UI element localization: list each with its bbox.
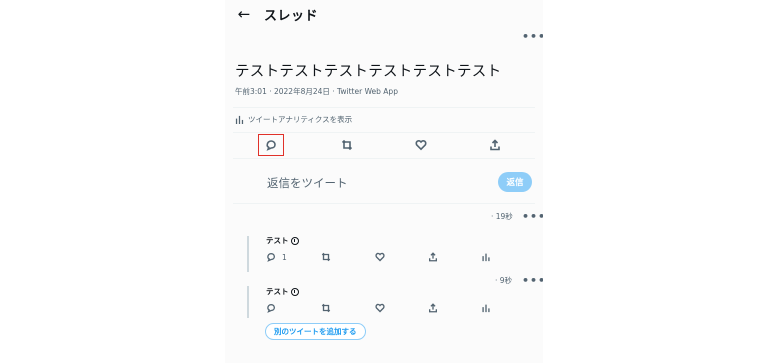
thread-item-1-reply-count: 1 [282,253,287,262]
add-tweet-button[interactable]: 別のツイートを追加する [265,323,366,340]
thread-item-1-retweet-button[interactable] [319,250,333,264]
analytics-label: ツイートアナリティクスを表示 [248,115,353,124]
tweet-analytics-link[interactable]: ツイートアナリティクスを表示 [235,114,352,125]
thread-item-1-analytics-button[interactable] [479,250,493,264]
thread-item-2-retweet-button[interactable] [319,301,333,315]
reply-input[interactable]: 返信をツイート [267,175,348,191]
retweet-icon [321,303,331,313]
tweet-text: テストテストテストテストテストテスト [235,64,502,80]
retweet-icon [341,139,353,151]
thread-connector [247,236,249,272]
tweet-meta[interactable]: 午前3:01 · 2022年8月24日 · Twitter Web App [235,86,398,97]
reply-icon [267,252,276,262]
like-button[interactable] [408,134,434,156]
thread-item-2-analytics-button[interactable] [479,301,493,315]
status-icon [290,287,299,296]
thread-item-2-more-button[interactable]: ••• [522,274,543,287]
divider [233,107,535,108]
divider [233,203,535,204]
screen: ← スレッド ••• テストテストテストテストテストテスト 午前3:01 · 2… [0,0,768,363]
thread-item-2-reply-button[interactable] [264,301,278,315]
divider [233,132,535,133]
thread-item-2-author: テスト [266,286,299,297]
share-button[interactable] [482,134,508,156]
thread-item-1-time: · 19秒 [491,212,513,221]
bar-chart-icon [235,115,244,124]
thread-item-2-share-button[interactable] [426,301,440,315]
divider [233,158,535,159]
thread-panel: ← スレッド ••• テストテストテストテストテストテスト 午前3:01 · 2… [225,0,543,363]
thread-item-2-like-button[interactable] [373,301,387,315]
more-options-button[interactable]: ••• [522,30,543,43]
thread-item-2-time: · 9秒 [495,276,513,285]
bar-chart-icon [482,253,490,262]
page-title: スレッド [264,9,319,24]
retweet-button[interactable] [334,134,360,156]
like-icon [375,303,385,313]
share-icon [490,139,500,151]
thread-item-1-like-button[interactable] [373,250,387,264]
like-icon [375,252,385,262]
status-icon [290,236,299,245]
share-icon [429,303,437,313]
reply-icon [266,140,276,151]
arrow-left-icon: ← [237,5,251,23]
reply-submit-button[interactable]: 返信 [498,172,532,192]
bar-chart-icon [482,304,490,313]
reply-button[interactable] [258,134,284,156]
retweet-icon [321,252,331,262]
thread-item-1-share-button[interactable] [426,250,440,264]
share-icon [429,252,437,262]
back-button[interactable]: ← [234,4,254,24]
reply-icon [267,303,276,313]
thread-item-1-reply-button[interactable] [264,250,278,264]
thread-item-1-more-button[interactable]: ••• [522,210,543,223]
like-icon [415,139,427,151]
thread-item-1-author: テスト [266,235,299,246]
thread-connector [247,286,249,318]
